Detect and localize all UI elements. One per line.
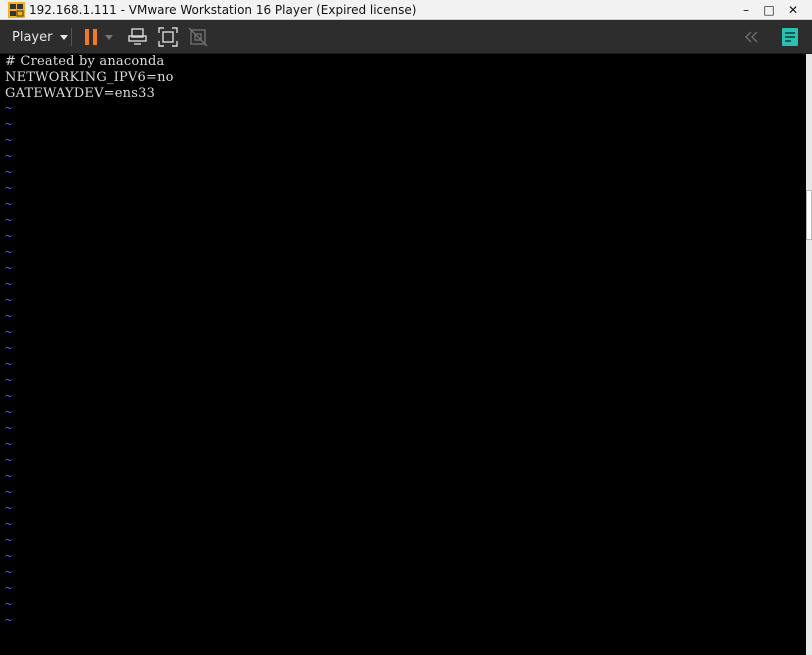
tilde-marker: ~ — [5, 213, 13, 227]
side-panel-handle[interactable] — [806, 190, 812, 240]
file-line-1: # Created by anaconda — [5, 54, 165, 69]
tilde-marker: ~ — [5, 565, 13, 579]
tilde-marker: ~ — [5, 261, 13, 275]
tilde-marker: ~ — [5, 197, 13, 211]
tilde-marker: ~ — [5, 389, 13, 403]
tilde-marker: ~ — [5, 325, 13, 339]
tilde-marker: ~ — [5, 165, 13, 179]
tilde-marker: ~ — [5, 341, 13, 355]
tilde-marker: ~ — [5, 133, 13, 147]
title-bar: 192.168.1.111 - VMware Workstation 16 Pl… — [0, 0, 812, 20]
tilde-marker: ~ — [5, 453, 13, 467]
tilde-marker: ~ — [5, 405, 13, 419]
toolbar-divider — [71, 28, 72, 46]
send-ctrl-alt-del-icon[interactable] — [127, 26, 149, 48]
tilde-marker: ~ — [5, 117, 13, 131]
tilde-marker: ~ — [5, 101, 13, 115]
player-toolbar: Player — [0, 20, 812, 54]
tilde-marker: ~ — [5, 309, 13, 323]
tilde-marker: ~ — [5, 277, 13, 291]
tilde-marker: ~ — [5, 501, 13, 515]
pause-icon[interactable] — [80, 26, 102, 48]
tilde-marker: ~ — [5, 549, 13, 563]
window-edge — [806, 54, 812, 655]
file-line-3: GATEWAYDEV=ens33 — [5, 86, 156, 101]
tilde-marker: ~ — [5, 293, 13, 307]
maximize-button[interactable]: □ — [757, 0, 781, 19]
player-menu-label: Player — [12, 29, 53, 45]
tilde-marker: ~ — [5, 181, 13, 195]
notes-icon[interactable] — [779, 26, 801, 48]
tilde-marker: ~ — [5, 581, 13, 595]
fullscreen-icon[interactable] — [157, 26, 179, 48]
file-line-2: NETWORKING_IPV6=no — [5, 70, 174, 85]
player-menu-button[interactable]: Player — [6, 26, 74, 48]
vmware-logo-icon — [8, 2, 25, 18]
minimize-button[interactable]: – — [734, 0, 758, 19]
tilde-marker: ~ — [5, 533, 13, 547]
double-chevron-left-icon[interactable] — [740, 26, 762, 48]
unity-icon[interactable] — [187, 26, 209, 48]
tilde-marker: ~ — [5, 485, 13, 499]
tilde-marker: ~ — [5, 437, 13, 451]
tilde-marker: ~ — [5, 373, 13, 387]
tilde-marker: ~ — [5, 357, 13, 371]
close-button[interactable]: ✕ — [781, 0, 805, 19]
window-title: 192.168.1.111 - VMware Workstation 16 Pl… — [29, 3, 417, 17]
tilde-marker: ~ — [5, 469, 13, 483]
tilde-marker: ~ — [5, 597, 13, 611]
tilde-marker: ~ — [5, 229, 13, 243]
tilde-marker: ~ — [5, 149, 13, 163]
tilde-marker: ~ — [5, 245, 13, 259]
vm-console[interactable]: # Created by anaconda NETWORKING_IPV6=no… — [0, 54, 806, 655]
tilde-marker: ~ — [5, 421, 13, 435]
tilde-marker: ~ — [5, 613, 13, 627]
chevron-down-icon — [60, 34, 69, 40]
power-dropdown-chevron-icon[interactable] — [102, 26, 116, 48]
tilde-marker: ~ — [5, 517, 13, 531]
